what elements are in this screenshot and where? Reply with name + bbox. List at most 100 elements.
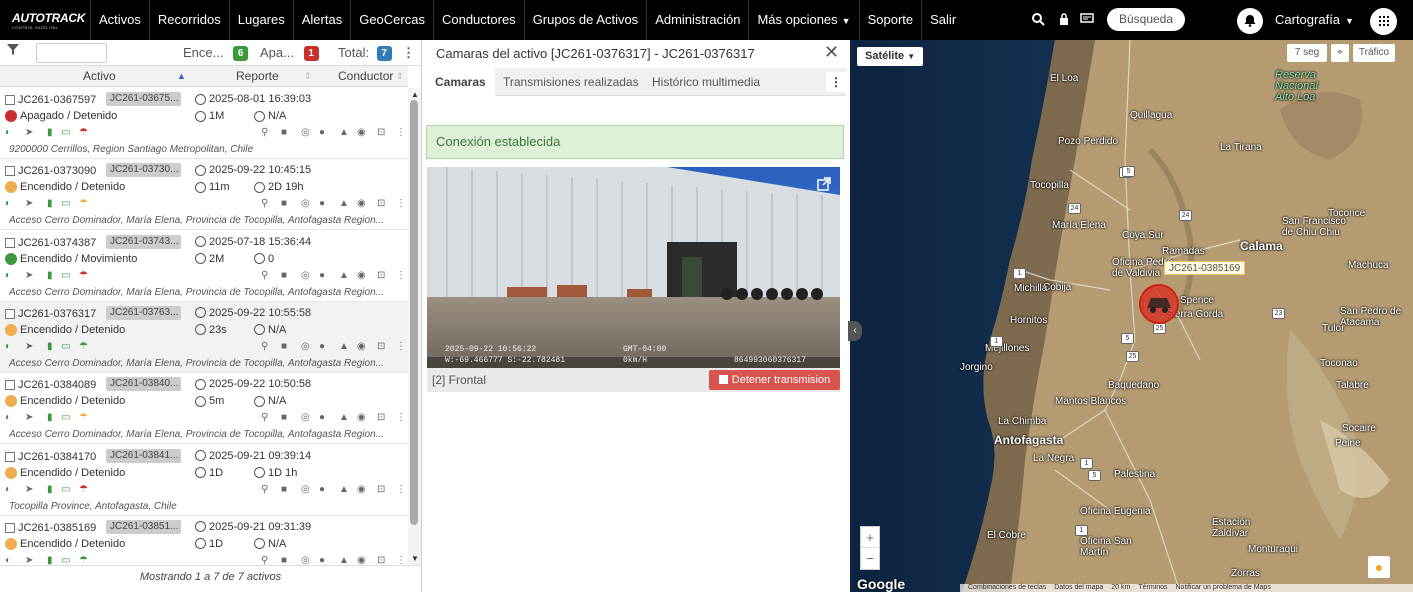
map-footer-item[interactable]: Términos	[1138, 584, 1167, 591]
notifications-bell-icon[interactable]	[1237, 8, 1263, 34]
card-reader-icon[interactable]: ▭	[61, 555, 70, 565]
close-icon[interactable]: ✕	[824, 42, 839, 63]
row-checkbox[interactable]	[5, 522, 15, 533]
camera-icon[interactable]: ■	[281, 198, 287, 209]
sort-icon[interactable]: ⇕	[304, 71, 312, 82]
map-footer-item[interactable]: Combinaciones de teclas	[968, 584, 1046, 591]
collapse-panel-icon[interactable]: ‹	[848, 321, 862, 341]
row-menu-icon[interactable]: ⋮	[396, 341, 406, 352]
direction-icon[interactable]: ➤	[25, 127, 33, 138]
tab-multimedia-history[interactable]: Histórico multimedia	[652, 75, 760, 89]
location-pin-icon[interactable]: ⚲	[261, 484, 268, 495]
target-icon[interactable]: ◎	[301, 341, 310, 352]
target-icon[interactable]: ◎	[301, 484, 310, 495]
direction-icon[interactable]: ➤	[25, 412, 33, 423]
info-icon[interactable]: ●	[319, 270, 325, 281]
scroll-up-icon[interactable]: ▲	[411, 90, 419, 99]
location-pin-icon[interactable]: ⚲	[261, 270, 268, 281]
nav-item-2[interactable]: Lugares	[228, 0, 293, 40]
row-menu-icon[interactable]: ⋮	[396, 555, 406, 565]
col-asset[interactable]: Activo	[83, 69, 116, 83]
direction-icon[interactable]: ➤	[25, 270, 33, 281]
nav-item-3[interactable]: Alertas	[292, 0, 350, 40]
camera-icon[interactable]: ■	[281, 555, 287, 565]
more-options-icon[interactable]: ⋮	[402, 45, 415, 61]
signal-icon[interactable]: ☂	[79, 341, 88, 352]
table-row[interactable]: JC261-0373090 JC261-03730... 2025-09-22 10…	[0, 159, 408, 231]
row-checkbox[interactable]	[5, 451, 15, 462]
info-icon[interactable]: ●	[319, 555, 325, 565]
vehicle-marker-icon[interactable]	[1139, 284, 1179, 324]
signal-icon[interactable]: ☂	[79, 484, 88, 495]
map-icon[interactable]: ⊡	[377, 484, 385, 495]
map-layer-dropdown[interactable]: Cartografía ▼	[1275, 0, 1354, 40]
table-row[interactable]: JC261-0376317 JC261-03763... 2025-09-22 10…	[0, 301, 408, 373]
scrollbar[interactable]: ▲ ▼	[408, 88, 421, 565]
row-checkbox[interactable]	[5, 95, 15, 105]
street-view-pegman-icon[interactable]: ●	[1368, 556, 1390, 578]
zoom-in-button[interactable]: +	[861, 527, 879, 548]
asset-id[interactable]: JC261-0384089	[18, 379, 96, 391]
traffic-button[interactable]: Tráfico	[1353, 44, 1395, 62]
battery-icon[interactable]: ▮	[47, 412, 53, 423]
location-pin-icon[interactable]: ⚲	[261, 555, 268, 565]
alert-icon[interactable]: ▲	[339, 412, 349, 423]
battery-icon[interactable]: ▮	[47, 341, 53, 352]
map-view[interactable]: El Loa Quillagua Pozo Perdido La Tirana Toco…	[850, 40, 1413, 592]
battery-icon[interactable]: ▮	[47, 484, 53, 495]
eye-icon[interactable]: ◉	[357, 555, 366, 565]
camera-feed[interactable]: 2025-09-22 10:56:22 W:-69.466777 S:-22.7…	[427, 167, 840, 368]
info-icon[interactable]: ●	[319, 127, 325, 138]
row-checkbox[interactable]	[5, 237, 15, 248]
map-icon[interactable]: ⊡	[377, 270, 385, 281]
row-menu-icon[interactable]: ⋮	[396, 127, 406, 138]
filter-icon[interactable]	[7, 44, 19, 59]
nav-item-5[interactable]: Conductores	[432, 0, 524, 40]
signal-icon[interactable]: ☂	[79, 198, 88, 209]
eye-icon[interactable]: ◉	[357, 127, 366, 138]
table-row[interactable]: JC261-0385169 JC261-03851... 2025-09-21 09…	[0, 516, 408, 565]
battery-icon[interactable]: ▮	[47, 270, 53, 281]
speed-icon[interactable]: ◐	[5, 555, 11, 565]
nav-item-9[interactable]: Soporte	[858, 0, 922, 40]
card-icon[interactable]	[1080, 12, 1094, 26]
direction-icon[interactable]: ➤	[25, 341, 33, 352]
nav-item-1[interactable]: Recorridos	[148, 0, 229, 40]
row-menu-icon[interactable]: ⋮	[396, 412, 406, 423]
info-icon[interactable]: ●	[319, 198, 325, 209]
nav-item-6[interactable]: Grupos de Activos	[523, 0, 647, 40]
speed-icon[interactable]: ◐	[5, 341, 11, 352]
speed-icon[interactable]: ◐	[5, 127, 11, 138]
alert-icon[interactable]: ▲	[339, 270, 349, 281]
location-pin-icon[interactable]: ⚲	[261, 341, 268, 352]
row-checkbox[interactable]	[5, 166, 15, 177]
eye-icon[interactable]: ◉	[357, 198, 366, 209]
card-reader-icon[interactable]: ▭	[61, 412, 70, 423]
camera-icon[interactable]: ■	[281, 127, 287, 138]
location-pin-icon[interactable]: ⚲	[261, 198, 268, 209]
row-menu-icon[interactable]: ⋮	[396, 484, 406, 495]
info-icon[interactable]: ●	[319, 412, 325, 423]
signal-icon[interactable]: ☂	[79, 555, 88, 565]
alert-icon[interactable]: ▲	[339, 341, 349, 352]
total-count[interactable]: Total: 7	[338, 45, 392, 61]
location-pin-icon[interactable]: ⚲	[261, 127, 268, 138]
tab-menu-icon[interactable]: ⋮	[826, 72, 846, 92]
alert-icon[interactable]: ▲	[339, 555, 349, 565]
asset-id[interactable]: JC261-0367597	[18, 94, 96, 106]
map-icon[interactable]: ⊡	[377, 341, 385, 352]
battery-icon[interactable]: ▮	[47, 555, 53, 565]
asset-id[interactable]: JC261-0373090	[18, 165, 96, 177]
info-icon[interactable]: ●	[319, 341, 325, 352]
target-icon[interactable]: ◎	[301, 270, 310, 281]
alert-icon[interactable]: ▲	[339, 127, 349, 138]
speed-icon[interactable]: ◐	[5, 412, 11, 423]
eye-icon[interactable]: ◉	[357, 484, 366, 495]
target-icon[interactable]: ◎	[301, 555, 310, 565]
camera-icon[interactable]: ■	[281, 484, 287, 495]
sort-asc-icon[interactable]: ▲	[177, 71, 186, 81]
signal-icon[interactable]: ☂	[79, 412, 88, 423]
camera-icon[interactable]: ■	[281, 412, 287, 423]
external-link-icon[interactable]	[817, 177, 831, 191]
direction-icon[interactable]: ➤	[25, 555, 33, 565]
